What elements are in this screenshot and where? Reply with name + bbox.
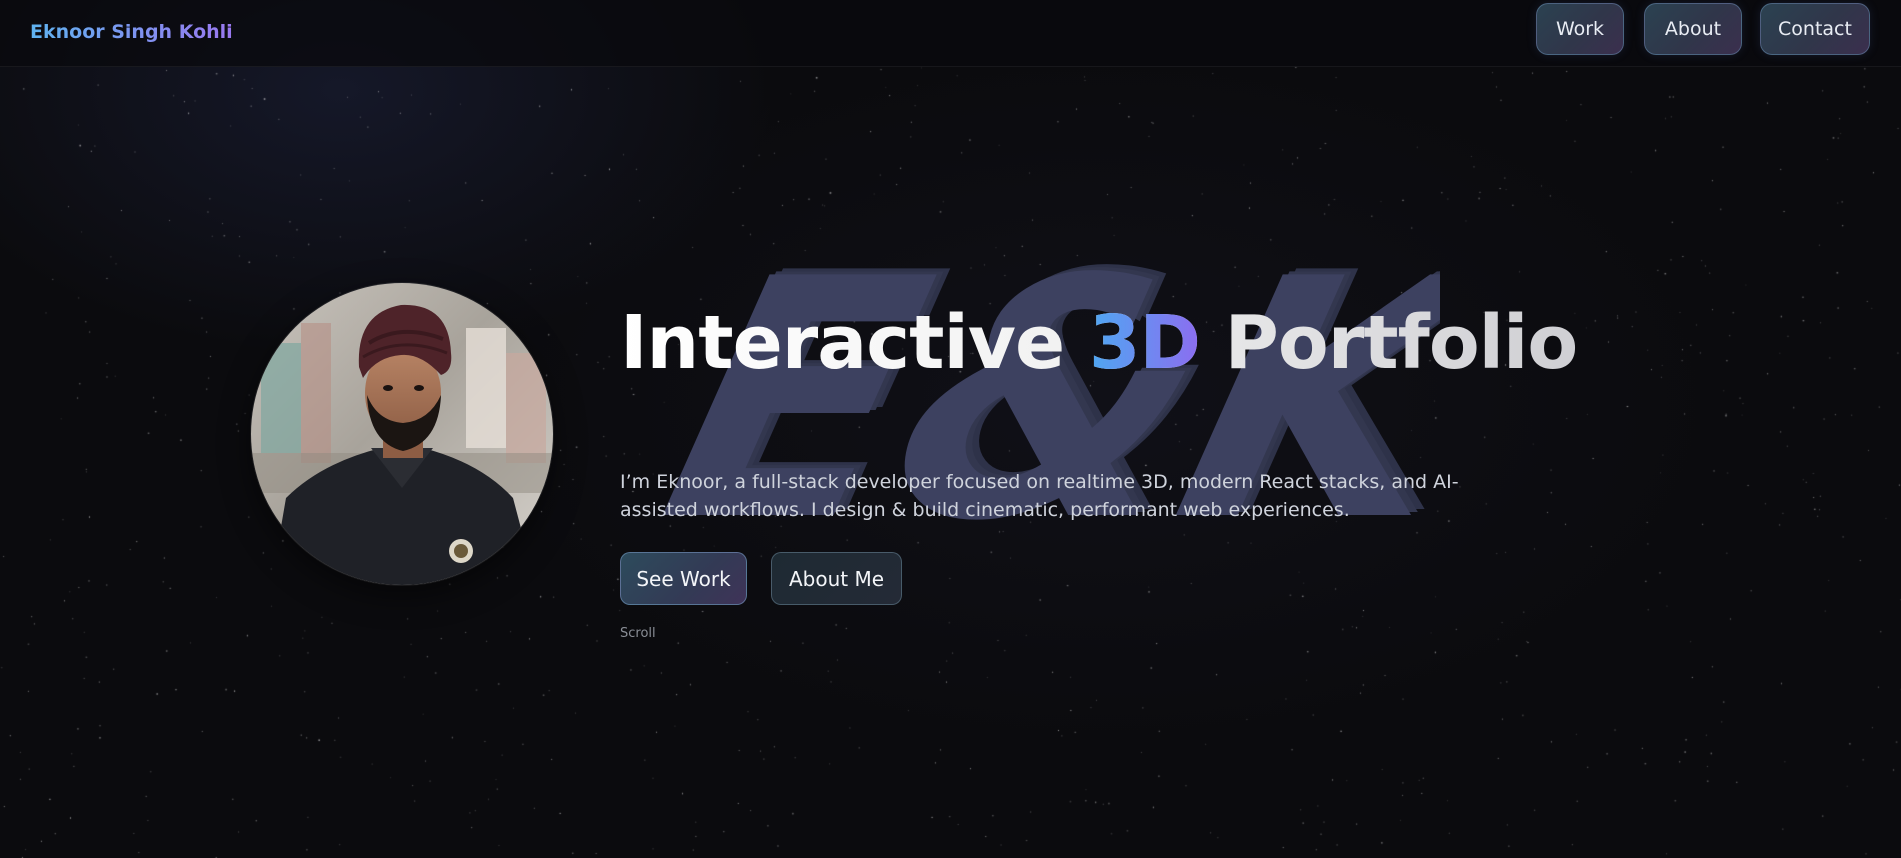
hero-description: I’m Eknoor, a full-stack developer focus… xyxy=(620,471,1459,521)
brand-logo[interactable]: Eknoor Singh Kohli xyxy=(30,21,233,43)
hero-title: Interactive 3D Portfolio xyxy=(620,306,1577,380)
profile-photo-avatar xyxy=(251,283,553,585)
top-navbar: Eknoor Singh Kohli Work About Contact xyxy=(0,0,1901,67)
see-work-button[interactable]: See Work xyxy=(620,552,747,605)
nav-about-button[interactable]: About xyxy=(1644,3,1742,55)
nav-contact-button[interactable]: Contact xyxy=(1760,3,1870,55)
hero-title-start: Interactive xyxy=(620,300,1089,386)
about-me-button[interactable]: About Me xyxy=(771,552,902,605)
scroll-hint: Scroll xyxy=(620,626,656,641)
svg-text:E&K: E&K xyxy=(636,210,1440,585)
hero-title-accent: 3D xyxy=(1089,300,1201,386)
nav-work-button[interactable]: Work xyxy=(1536,3,1624,55)
hero-title-end: Portfolio xyxy=(1199,300,1578,386)
page: Eknoor Singh Kohli Work About Contact E&… xyxy=(0,0,1901,858)
